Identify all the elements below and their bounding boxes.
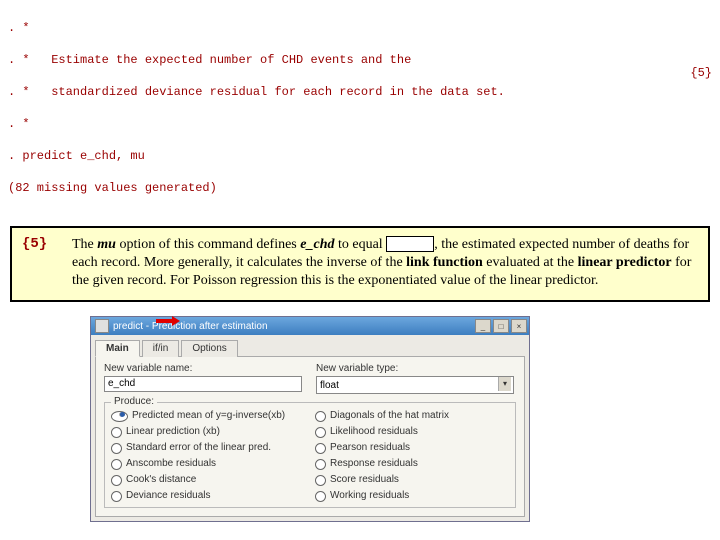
vartype-label: New variable type:	[316, 363, 516, 374]
code-block: . * . * Estimate the expected number of …	[0, 0, 720, 216]
note-text: The mu option of this command defines e_…	[72, 236, 698, 290]
radio-icon	[111, 491, 122, 502]
radio-label: Anscombe residuals	[126, 457, 216, 471]
radio-icon	[111, 427, 122, 438]
radio-likelihood[interactable]: Likelihood residuals	[315, 425, 509, 439]
tab-options[interactable]: Options	[181, 340, 237, 357]
radio-cooks[interactable]: Cook's distance	[111, 473, 305, 487]
note-part: evaluated at the	[483, 255, 578, 270]
radio-icon	[111, 443, 122, 454]
radio-icon	[315, 427, 326, 438]
radio-icon	[315, 491, 326, 502]
radio-label: Pearson residuals	[330, 441, 410, 455]
red-arrow-icon	[156, 316, 180, 326]
close-button[interactable]: ×	[511, 319, 527, 333]
radio-icon	[315, 411, 326, 422]
main-panel: New variable name: e_chd New variable ty…	[95, 357, 525, 517]
note-echd: e_chd	[300, 237, 334, 252]
note-part: option of this command defines	[116, 237, 300, 252]
note-part: to equal	[334, 237, 386, 252]
radio-icon	[315, 443, 326, 454]
code-line: . predict e_chd, mu	[8, 148, 712, 164]
radio-hat[interactable]: Diagonals of the hat matrix	[315, 409, 509, 423]
formula-placeholder	[386, 236, 434, 252]
radio-predicted-mean[interactable]: Predicted mean of y=g-inverse(xb)	[111, 409, 305, 423]
predict-dialog: predict - Prediction after estimation _ …	[90, 316, 530, 522]
code-line: (82 missing values generated)	[8, 180, 712, 196]
radio-icon	[111, 459, 122, 470]
varname-label: New variable name:	[104, 363, 304, 374]
minimize-button[interactable]: _	[475, 319, 491, 333]
radio-label: Diagonals of the hat matrix	[330, 409, 449, 423]
vartype-select[interactable]: float	[316, 376, 514, 394]
vartype-value: float	[320, 380, 339, 391]
note-part: The	[72, 237, 97, 252]
code-line: . * Estimate the expected number of CHD …	[8, 52, 712, 68]
radio-icon	[315, 475, 326, 486]
tab-strip: Main if/in Options	[95, 339, 525, 357]
tab-ifin[interactable]: if/in	[142, 340, 180, 357]
radio-label: Cook's distance	[126, 473, 196, 487]
varname-input[interactable]: e_chd	[104, 376, 302, 392]
produce-group: Produce: Predicted mean of y=g-inverse(x…	[104, 402, 516, 508]
radio-anscombe[interactable]: Anscombe residuals	[111, 457, 305, 471]
code-line: . *	[8, 116, 712, 132]
radio-linear-pred[interactable]: Linear prediction (xb)	[111, 425, 305, 439]
radio-deviance[interactable]: Deviance residuals	[111, 489, 305, 503]
radio-icon	[111, 475, 122, 486]
code-line: . * standardized deviance residual for e…	[8, 84, 712, 100]
radio-label: Response residuals	[330, 457, 418, 471]
note-ref: {5}	[22, 236, 72, 290]
maximize-button[interactable]: □	[493, 319, 509, 333]
note-box: {5} The mu option of this command define…	[10, 226, 710, 302]
tab-main[interactable]: Main	[95, 340, 140, 357]
dialog-container: predict - Prediction after estimation _ …	[90, 316, 530, 522]
code-ref-marker: {5}	[690, 66, 712, 80]
radio-icon	[111, 411, 128, 422]
note-mu: mu	[97, 237, 116, 252]
radio-response[interactable]: Response residuals	[315, 457, 509, 471]
produce-legend: Produce:	[111, 396, 157, 407]
radio-icon	[315, 459, 326, 470]
app-icon	[95, 319, 109, 333]
note-link: link function	[406, 255, 483, 270]
note-linpred: linear predictor	[578, 255, 672, 270]
radio-label: Linear prediction (xb)	[126, 425, 220, 439]
radio-label: Standard error of the linear pred.	[126, 441, 271, 455]
radio-stderr[interactable]: Standard error of the linear pred.	[111, 441, 305, 455]
radio-label: Score residuals	[330, 473, 399, 487]
code-line: . *	[8, 20, 712, 36]
radio-label: Working residuals	[330, 489, 409, 503]
radio-pearson[interactable]: Pearson residuals	[315, 441, 509, 455]
radio-label: Deviance residuals	[126, 489, 211, 503]
radio-label: Likelihood residuals	[330, 425, 418, 439]
radio-score[interactable]: Score residuals	[315, 473, 509, 487]
radio-working[interactable]: Working residuals	[315, 489, 509, 503]
radio-label: Predicted mean of y=g-inverse(xb)	[132, 409, 285, 423]
